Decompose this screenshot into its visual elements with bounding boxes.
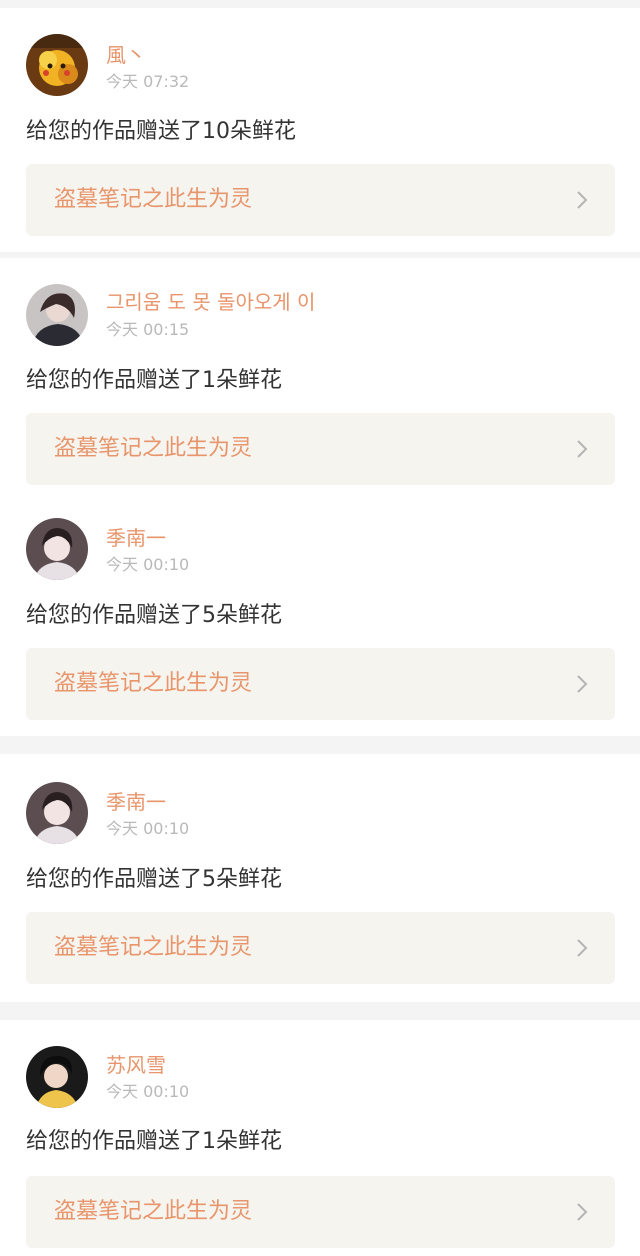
chevron-right-icon — [575, 1202, 589, 1222]
work-link-button[interactable]: 盗墓笔记之此生为灵 — [26, 1176, 615, 1248]
chevron-right-icon — [575, 190, 589, 210]
gift-notification-card: 風丶 今天 07:32 给您的作品赠送了10朵鲜花 盗墓笔记之此生为灵 — [0, 8, 640, 252]
person-avatar-image — [26, 284, 88, 346]
chevron-right-icon — [575, 674, 589, 694]
avatar[interactable] — [26, 284, 88, 346]
person-avatar-image — [26, 518, 88, 580]
work-link-button[interactable]: 盗墓笔记之此生为灵 — [26, 164, 615, 236]
username[interactable]: 季南一 — [106, 790, 166, 814]
avatar[interactable] — [26, 1046, 88, 1108]
gift-message: 给您的作品赠送了1朵鲜花 — [26, 1129, 282, 1154]
timestamp: 今天 00:15 — [106, 320, 190, 339]
person-avatar-image — [26, 1046, 88, 1108]
gift-notification-feed: 風丶 今天 07:32 给您的作品赠送了10朵鲜花 盗墓笔记之此生为灵 그리움 … — [0, 0, 640, 1256]
username[interactable]: 그리움 도 못 돌아오게 이 — [106, 290, 315, 314]
chevron-right-icon — [575, 439, 589, 459]
gift-notification-card: 苏风雪 今天 00:10 给您的作品赠送了1朵鲜花 盗墓笔记之此生为灵 — [0, 1020, 640, 1256]
work-title: 盗墓笔记之此生为灵 — [54, 935, 253, 960]
work-link-button[interactable]: 盗墓笔记之此生为灵 — [26, 912, 615, 984]
avatar[interactable] — [26, 34, 88, 96]
work-link-button[interactable]: 盗墓笔记之此生为灵 — [26, 413, 615, 485]
gift-message: 给您的作品赠送了5朵鲜花 — [26, 603, 282, 628]
username[interactable]: 季南一 — [106, 526, 166, 550]
person-avatar-image — [26, 782, 88, 844]
avatar[interactable] — [26, 518, 88, 580]
work-title: 盗墓笔记之此生为灵 — [54, 436, 253, 461]
gift-notification-card: 그리움 도 못 돌아오게 이 今天 00:15 给您的作品赠送了1朵鲜花 盗墓笔… — [0, 258, 640, 736]
gift-message: 给您的作品赠送了10朵鲜花 — [26, 119, 296, 144]
work-link-button[interactable]: 盗墓笔记之此生为灵 — [26, 648, 615, 720]
work-title: 盗墓笔记之此生为灵 — [54, 671, 253, 696]
avatar[interactable] — [26, 782, 88, 844]
timestamp: 今天 00:10 — [106, 555, 190, 574]
timestamp: 今天 00:10 — [106, 819, 190, 838]
gift-notification-card: 季南一 今天 00:10 给您的作品赠送了5朵鲜花 盗墓笔记之此生为灵 — [0, 754, 640, 1002]
gift-message: 给您的作品赠送了1朵鲜花 — [26, 368, 282, 393]
pikachu-avatar-image — [26, 34, 88, 96]
timestamp: 今天 07:32 — [106, 72, 190, 91]
gift-message: 给您的作品赠送了5朵鲜花 — [26, 867, 282, 892]
timestamp: 今天 00:10 — [106, 1082, 190, 1101]
work-title: 盗墓笔记之此生为灵 — [54, 1199, 253, 1224]
work-title: 盗墓笔记之此生为灵 — [54, 187, 253, 212]
username[interactable]: 苏风雪 — [106, 1053, 166, 1077]
chevron-right-icon — [575, 938, 589, 958]
username[interactable]: 風丶 — [106, 43, 146, 67]
